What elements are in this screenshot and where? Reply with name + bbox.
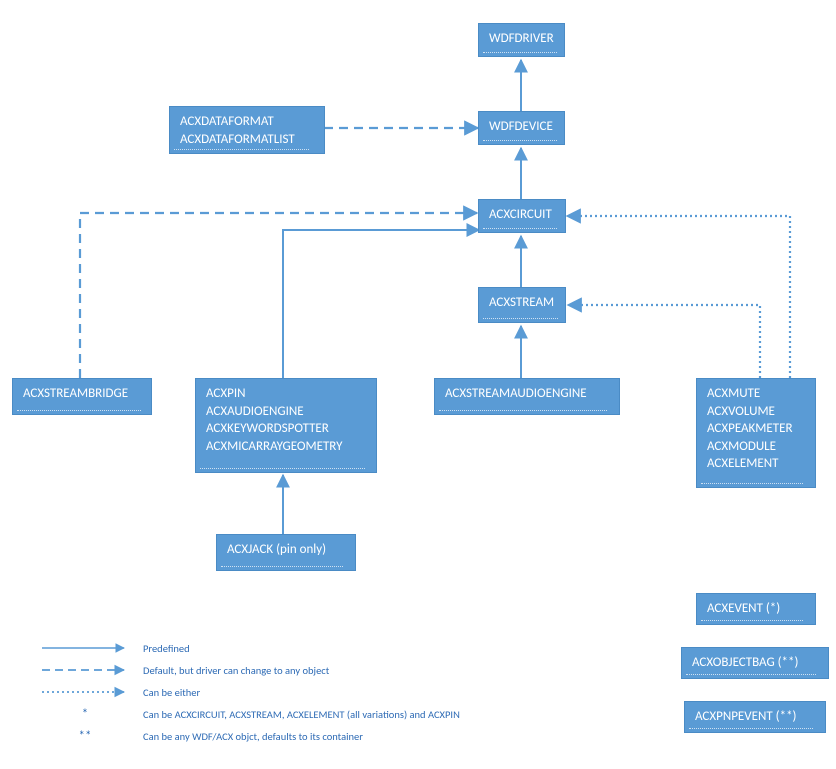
- node-acxobjectbag: ACXOBJECTBAG (**): [681, 647, 829, 679]
- legend-row-either: Can be either: [35, 681, 460, 703]
- label: ACXOBJECTBAG (**): [692, 655, 798, 670]
- label: ACXSTREAMAUDIOENGINE: [445, 386, 587, 401]
- label: WDFDEVICE: [489, 119, 553, 134]
- legend-label: Predefined: [143, 642, 190, 655]
- label-line2: ACXVOLUME: [707, 403, 805, 421]
- label-line3: ACXKEYWORDSPOTTER: [206, 420, 366, 438]
- legend-asterisk-icon: *: [35, 707, 135, 722]
- label: WDFDRIVER: [489, 31, 554, 46]
- node-acxstreamaudioengine: ACXSTREAMAUDIOENGINE: [434, 378, 620, 415]
- edge-acxmute-acxstream: [568, 305, 760, 378]
- label-line1: ACXDATAFORMAT: [180, 113, 314, 131]
- label-line5: ACXELEMENT: [707, 455, 805, 473]
- node-acxpin-group: ACXPIN ACXAUDIOENGINE ACXKEYWORDSPOTTER …: [195, 378, 377, 473]
- node-acxdataformat: ACXDATAFORMAT ACXDATAFORMATLIST: [169, 106, 325, 154]
- legend-row-default: Default, but driver can change to any ob…: [35, 659, 460, 681]
- label: ACXSTREAM: [489, 295, 554, 310]
- node-acxpnpevent: ACXPNPEVENT (**): [684, 701, 826, 733]
- legend-row-predefined: Predefined: [35, 637, 460, 659]
- node-acxstreambridge: ACXSTREAMBRIDGE: [12, 378, 152, 415]
- legend-label: Default, but driver can change to any ob…: [143, 664, 329, 677]
- label-line2: ACXDATAFORMATLIST: [180, 131, 314, 149]
- legend-label: Can be either: [143, 686, 200, 699]
- node-wdfdriver: WDFDRIVER: [478, 23, 565, 57]
- legend-line-dotted-icon: [35, 686, 135, 698]
- label-line4: ACXMICARRAYGEOMETRY: [206, 438, 366, 456]
- node-wdfdevice: WDFDEVICE: [478, 111, 565, 145]
- legend-row-dstar: ** Can be any WDF/ACX objct, defaults to…: [35, 725, 460, 747]
- label: ACXJACK (pin only): [227, 542, 326, 557]
- label: ACXCIRCUIT: [489, 207, 552, 222]
- legend: Predefined Default, but driver can chang…: [35, 637, 460, 747]
- edge-acxpin-acxcircuit: [283, 230, 479, 378]
- label: ACXSTREAMBRIDGE: [23, 386, 128, 401]
- label-line3: ACXPEAKMETER: [707, 420, 805, 438]
- label-line2: ACXAUDIOENGINE: [206, 403, 366, 421]
- node-acxstream: ACXSTREAM: [478, 287, 566, 323]
- node-acxmute-group: ACXMUTE ACXVOLUME ACXPEAKMETER ACXMODULE…: [696, 378, 816, 488]
- legend-label: Can be ACXCIRCUIT, ACXSTREAM, ACXELEMENT…: [143, 708, 460, 721]
- label-line4: ACXMODULE: [707, 438, 805, 456]
- legend-line-solid-icon: [35, 642, 135, 654]
- node-acxcircuit: ACXCIRCUIT: [478, 199, 566, 233]
- label-line1: ACXPIN: [206, 385, 366, 403]
- legend-label: Can be any WDF/ACX objct, defaults to it…: [143, 730, 363, 743]
- label-line1: ACXMUTE: [707, 385, 805, 403]
- node-acxjack: ACXJACK (pin only): [216, 534, 356, 571]
- legend-double-asterisk-icon: **: [35, 729, 135, 744]
- node-acxevent: ACXEVENT (*): [696, 593, 816, 625]
- edge-acxmute-acxcircuit: [567, 216, 790, 378]
- edge-streambridge-acxcircuit: [80, 213, 477, 378]
- legend-row-star: * Can be ACXCIRCUIT, ACXSTREAM, ACXELEME…: [35, 703, 460, 725]
- legend-line-dashed-icon: [35, 664, 135, 676]
- label: ACXPNPEVENT (**): [695, 709, 797, 724]
- label: ACXEVENT (*): [707, 601, 780, 616]
